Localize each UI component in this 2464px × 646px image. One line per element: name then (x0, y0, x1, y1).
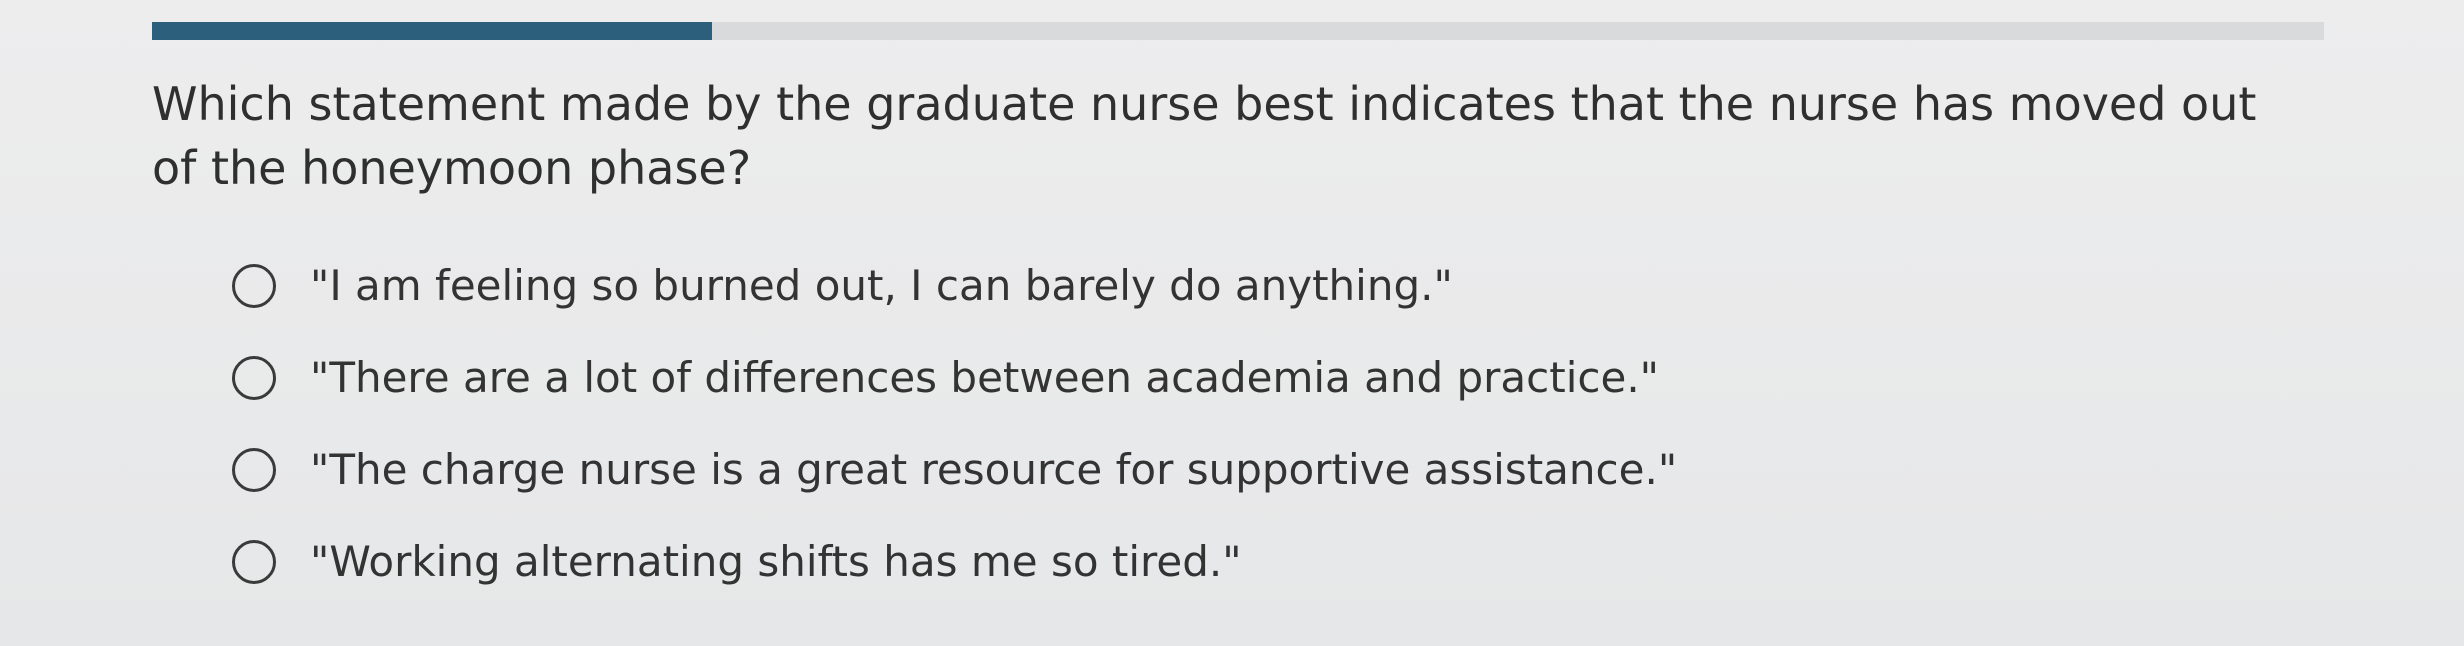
radio-button-icon[interactable] (232, 264, 276, 308)
answer-option-label: "I am feeling so burned out, I can barel… (310, 261, 1453, 310)
question-text: Which statement made by the graduate nur… (152, 77, 2257, 195)
answer-option-label: "There are a lot of differences between … (310, 353, 1659, 402)
radio-button-icon[interactable] (232, 356, 276, 400)
answer-option-label: "The charge nurse is a great resource fo… (310, 445, 1678, 494)
progress-bar (152, 22, 2324, 40)
answer-option-2[interactable]: "There are a lot of differences between … (232, 332, 1677, 424)
progress-bar-fill (152, 22, 713, 40)
radio-button-icon[interactable] (232, 448, 276, 492)
answer-option-3[interactable]: "The charge nurse is a great resource fo… (232, 424, 1677, 516)
answer-option-4[interactable]: "Working alternating shifts has me so ti… (232, 516, 1677, 608)
answer-options: "I am feeling so burned out, I can barel… (232, 240, 1677, 608)
radio-button-icon[interactable] (232, 540, 276, 584)
answer-option-label: "Working alternating shifts has me so ti… (310, 537, 1242, 586)
answer-option-1[interactable]: "I am feeling so burned out, I can barel… (232, 240, 1677, 332)
